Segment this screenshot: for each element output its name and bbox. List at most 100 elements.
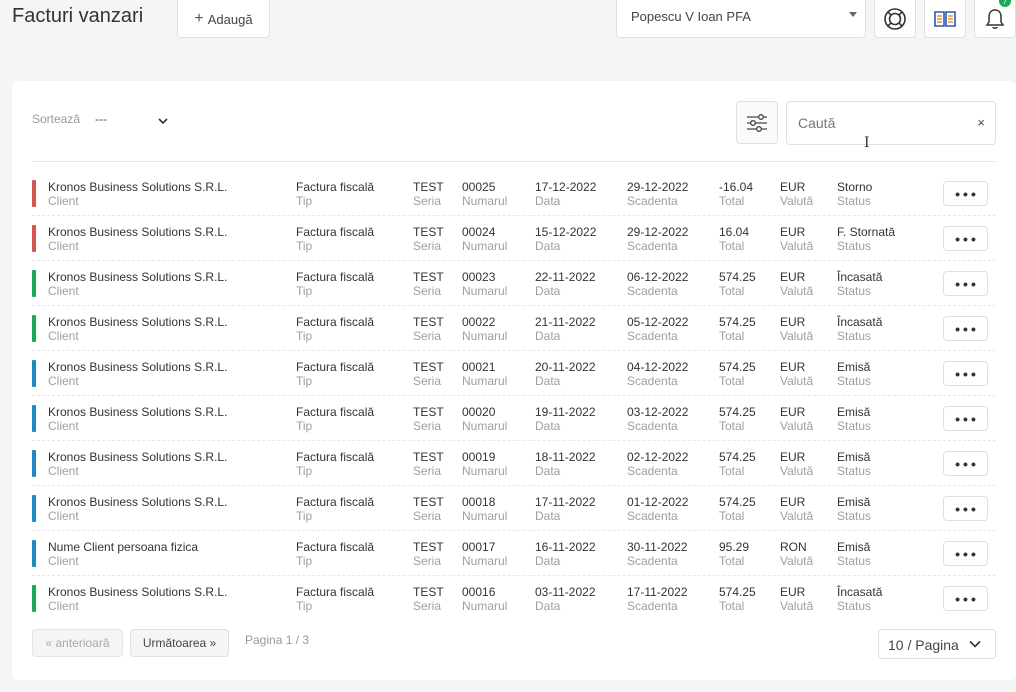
total-cell: 16.04 Total: [719, 225, 749, 253]
number-cell-label: Numarul: [462, 419, 508, 433]
top-bar: Facturi vanzari + Adaugă Popescu V Ioan …: [0, 0, 1016, 44]
more-actions-button[interactable]: •••: [943, 361, 988, 386]
type-cell: Factura fiscală Tip: [296, 270, 374, 298]
due-date-cell-value: 17-11-2022: [627, 585, 688, 599]
search-input[interactable]: [798, 103, 968, 143]
more-actions-button[interactable]: •••: [943, 586, 988, 611]
number-cell-value: 00017: [462, 540, 496, 554]
total-cell: 574.25 Total: [719, 405, 756, 433]
company-select[interactable]: Popescu V Ioan PFA: [616, 0, 866, 38]
more-actions-button[interactable]: •••: [943, 406, 988, 431]
type-cell-label: Tip: [296, 374, 313, 388]
status-cell: Încasată Status: [837, 315, 882, 343]
invoice-row[interactable]: Kronos Business Solutions S.R.L. Client Fa…: [32, 216, 996, 261]
series-cell-value: TEST: [413, 360, 444, 374]
currency-cell-value: EUR: [780, 495, 806, 509]
chevron-down-icon[interactable]: [158, 112, 168, 130]
filter-button[interactable]: [736, 101, 778, 144]
total-cell-label: Total: [719, 284, 745, 298]
currency-cell-value: EUR: [780, 180, 806, 194]
total-cell: 95.29 Total: [719, 540, 749, 568]
currency-cell-value: EUR: [780, 585, 806, 599]
date-cell-value: 21-11-2022: [535, 315, 596, 329]
total-cell-value: 16.04: [719, 225, 750, 239]
total-cell-label: Total: [719, 464, 745, 478]
invoice-row[interactable]: Kronos Business Solutions S.R.L. Client Fa…: [32, 486, 996, 531]
currency-cell-value: EUR: [780, 360, 806, 374]
status-cell-value: Emisă: [837, 540, 871, 554]
status-cell-label: Status: [837, 239, 872, 253]
more-actions-button[interactable]: •••: [943, 496, 988, 521]
invoice-row[interactable]: Kronos Business Solutions S.R.L. Client Fa…: [32, 396, 996, 441]
add-invoice-button[interactable]: + Adaugă: [177, 0, 270, 38]
docs-button[interactable]: [924, 0, 966, 38]
currency-cell-label: Valută: [780, 239, 814, 253]
currency-cell-label: Valută: [780, 554, 814, 568]
date-cell-label: Data: [535, 194, 561, 208]
type-cell-value: Factura fiscală: [296, 270, 375, 284]
number-cell: 00020 Numarul: [462, 405, 507, 433]
more-actions-button[interactable]: •••: [943, 271, 988, 296]
due-date-cell-label: Scadenta: [627, 194, 678, 208]
client-cell-value: Kronos Business Solutions S.R.L.: [48, 180, 228, 194]
more-actions-button[interactable]: •••: [943, 181, 988, 206]
client-cell-label: Client: [48, 509, 79, 523]
total-cell: 574.25 Total: [719, 360, 756, 388]
total-cell-label: Total: [719, 239, 745, 253]
status-cell-value: Încasată: [837, 270, 883, 284]
previous-page-button[interactable]: « anterioară: [32, 629, 123, 657]
total-cell-label: Total: [719, 554, 745, 568]
currency-cell-label: Valută: [780, 329, 814, 343]
page-title: Facturi vanzari: [12, 5, 144, 27]
help-button[interactable]: [874, 0, 916, 38]
currency-cell-label: Valută: [780, 374, 814, 388]
type-cell-label: Tip: [296, 239, 313, 253]
status-cell: Emisă Status: [837, 540, 871, 568]
currency-cell-value: EUR: [780, 225, 806, 239]
invoice-row[interactable]: Kronos Business Solutions S.R.L. Client Fa…: [32, 351, 996, 396]
type-cell-value: Factura fiscală: [296, 585, 375, 599]
type-cell-label: Tip: [296, 329, 313, 343]
total-cell-label: Total: [719, 194, 745, 208]
series-cell: TEST Seria: [413, 495, 444, 523]
notifications-button[interactable]: 7: [974, 0, 1016, 38]
status-cell-value: Emisă: [837, 360, 871, 374]
next-page-button[interactable]: Următoarea »: [130, 629, 229, 657]
number-cell-label: Numarul: [462, 329, 508, 343]
series-cell: TEST Seria: [413, 315, 444, 343]
series-cell: TEST Seria: [413, 405, 444, 433]
more-actions-button[interactable]: •••: [943, 451, 988, 476]
invoice-row[interactable]: Kronos Business Solutions S.R.L. Client Fa…: [32, 261, 996, 306]
number-cell-label: Numarul: [462, 374, 508, 388]
type-cell: Factura fiscală Tip: [296, 405, 374, 433]
status-cell-label: Status: [837, 599, 872, 613]
number-cell: 00024 Numarul: [462, 225, 507, 253]
number-cell: 00017 Numarul: [462, 540, 507, 568]
number-cell: 00021 Numarul: [462, 360, 507, 388]
invoice-row[interactable]: Kronos Business Solutions S.R.L. Client Fa…: [32, 171, 996, 216]
more-actions-button[interactable]: •••: [943, 226, 988, 251]
type-cell-value: Factura fiscală: [296, 225, 375, 239]
client-cell-label: Client: [48, 419, 79, 433]
number-cell: 00018 Numarul: [462, 495, 507, 523]
due-date-cell-label: Scadenta: [627, 599, 678, 613]
status-indicator: [32, 225, 36, 252]
per-page-select[interactable]: 10 / Pagina: [878, 629, 996, 659]
date-cell: 17-11-2022 Data: [535, 495, 596, 523]
invoice-row[interactable]: Nume Client persoana fizica Client Factura…: [32, 531, 996, 576]
client-cell-label: Client: [48, 284, 79, 298]
more-actions-button[interactable]: •••: [943, 541, 988, 566]
sort-select-value[interactable]: ---: [95, 112, 107, 126]
invoice-row[interactable]: Kronos Business Solutions S.R.L. Client Fa…: [32, 306, 996, 351]
invoice-row[interactable]: Kronos Business Solutions S.R.L. Client Fa…: [32, 441, 996, 486]
invoice-row[interactable]: Kronos Business Solutions S.R.L. Client Fa…: [32, 576, 996, 621]
clear-search-icon[interactable]: ×: [977, 115, 985, 130]
series-cell-label: Seria: [413, 284, 442, 298]
status-indicator: [32, 540, 36, 567]
type-cell: Factura fiscală Tip: [296, 450, 374, 478]
date-cell-value: 15-12-2022: [535, 225, 597, 239]
type-cell-label: Tip: [296, 194, 313, 208]
text-cursor-icon: I: [864, 135, 870, 151]
total-cell: 574.25 Total: [719, 270, 756, 298]
more-actions-button[interactable]: •••: [943, 316, 988, 341]
